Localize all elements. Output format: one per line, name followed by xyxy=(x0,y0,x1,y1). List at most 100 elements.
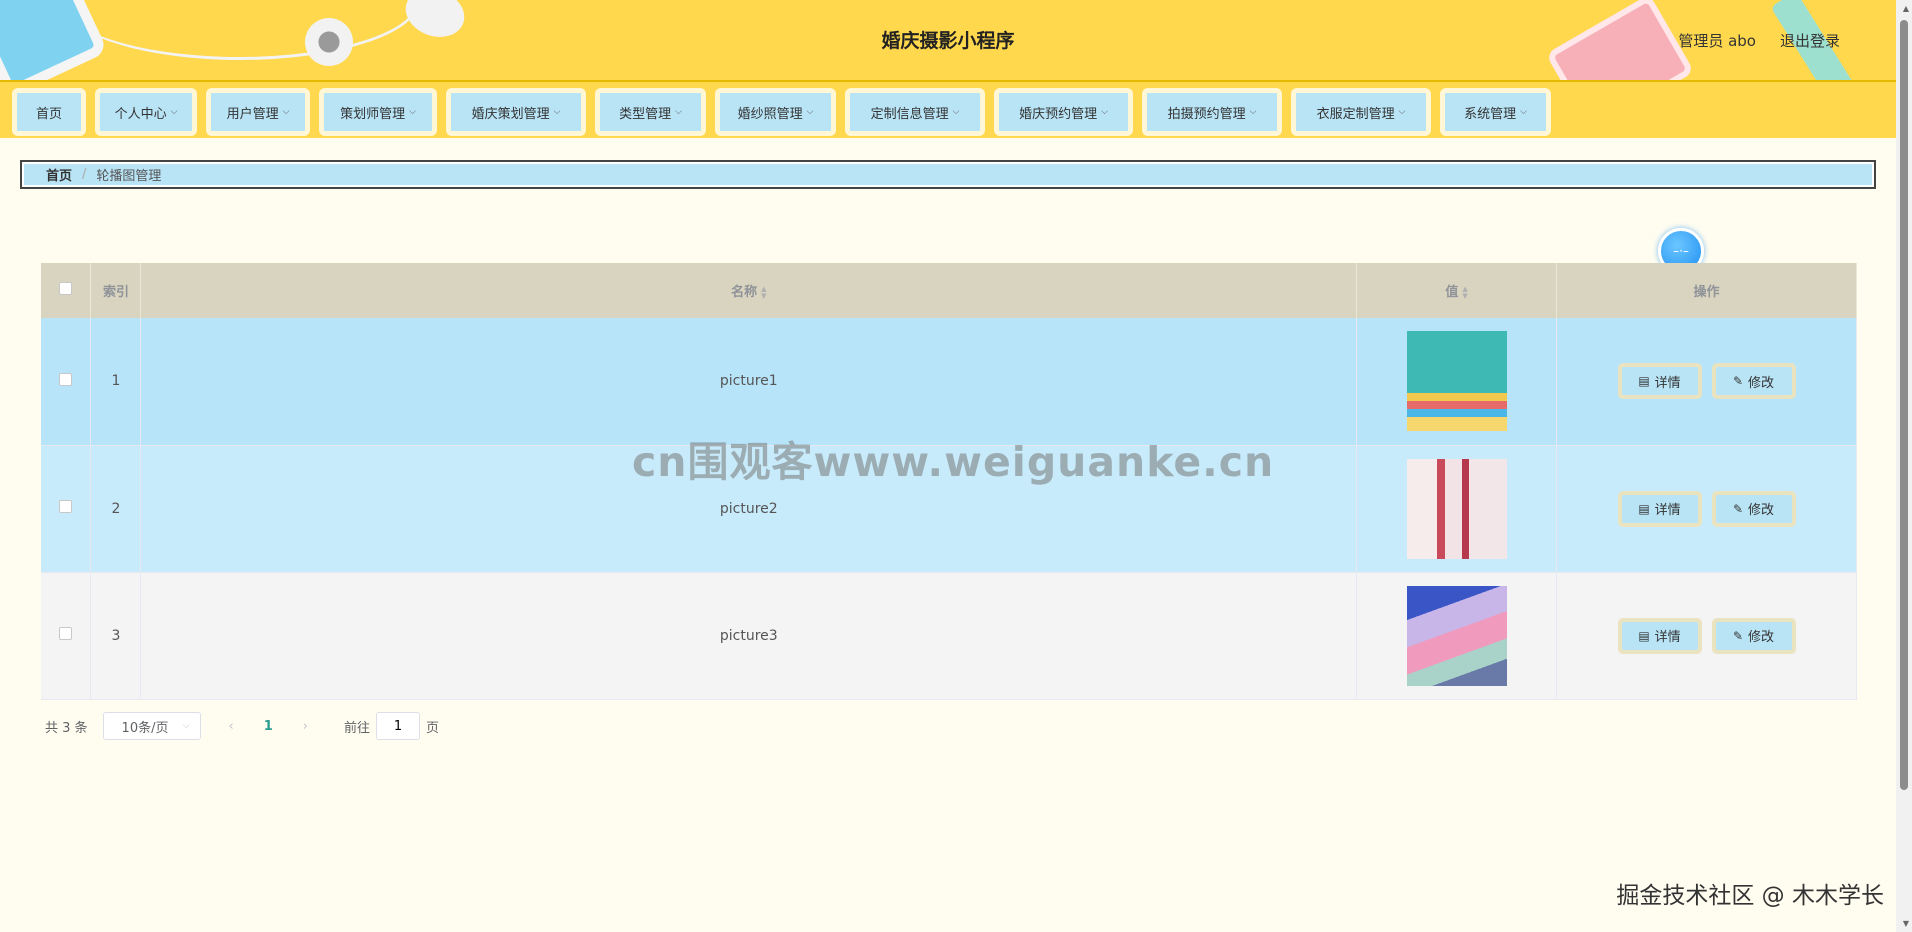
chevron-down-icon: ⌵ xyxy=(1520,107,1527,117)
nav-item-wedding-booking-management[interactable]: 婚庆预约管理 ⌵ xyxy=(994,88,1133,136)
app-header: 婚庆摄影小程序 管理员 abo 退出登录 xyxy=(0,0,1896,80)
chevron-down-icon: ⌵ xyxy=(1101,107,1108,117)
pagination: 共 3 条 10条/页 ⌵ ‹ 1 › 前往 页 xyxy=(45,712,439,740)
detail-label: 详情 xyxy=(1654,375,1681,391)
row-value-cell xyxy=(1356,572,1558,700)
user-area: 管理员 abo 退出登录 xyxy=(1678,30,1840,51)
nav-label: 定制信息管理 xyxy=(870,106,949,122)
edit-button[interactable]: ✎ 修改 xyxy=(1711,363,1796,400)
row-checkbox[interactable] xyxy=(59,627,73,640)
detail-button[interactable]: ▤ 详情 xyxy=(1617,490,1702,527)
column-header-name[interactable]: 名称 ▲ ▼ xyxy=(140,263,1358,318)
nav-label: 婚庆策划管理 xyxy=(471,106,550,122)
scrollbar-thumb[interactable] xyxy=(1900,20,1908,790)
nav-item-wedding-plan-management[interactable]: 婚庆策划管理 ⌵ xyxy=(446,88,586,136)
column-header-index: 索引 xyxy=(90,263,142,318)
edit-icon: ✎ xyxy=(1732,628,1744,643)
nav-item-shoot-booking-management[interactable]: 拍摄预约管理 ⌵ xyxy=(1142,88,1282,136)
column-header-name-label: 名称 xyxy=(731,285,758,300)
breadcrumb-home[interactable]: 首页 xyxy=(46,165,72,184)
carousel-image-thumbnail[interactable] xyxy=(1406,585,1507,686)
page-number-current[interactable]: 1 xyxy=(264,719,273,734)
scroll-down-icon[interactable]: ▼ xyxy=(1903,919,1909,928)
app-title: 婚庆摄影小程序 xyxy=(881,30,1015,52)
row-select-cell xyxy=(41,318,92,446)
chevron-down-icon: ⌵ xyxy=(1249,107,1257,117)
row-checkbox[interactable] xyxy=(59,500,73,513)
next-page-icon[interactable]: › xyxy=(303,719,308,734)
nav-label: 策划师管理 xyxy=(340,106,406,122)
nav-label: 类型管理 xyxy=(619,106,672,122)
chevron-down-icon: ⌵ xyxy=(806,107,814,117)
edit-label: 修改 xyxy=(1748,375,1775,391)
nav-item-personal-center[interactable]: 个人中心 ⌵ xyxy=(95,88,197,136)
nav-item-home[interactable]: 首页 xyxy=(12,88,86,136)
nav-label: 首页 xyxy=(35,106,62,122)
detail-label: 详情 xyxy=(1654,630,1681,645)
detail-button[interactable]: ▤ 详情 xyxy=(1617,617,1702,654)
detail-label: 详情 xyxy=(1654,503,1681,518)
document-icon: ▤ xyxy=(1638,628,1650,643)
page-scrollbar[interactable]: ▲ ▼ xyxy=(1896,0,1912,932)
select-all-checkbox[interactable] xyxy=(59,282,73,295)
sort-icon[interactable]: ▲ ▼ xyxy=(761,285,766,300)
pagination-total: 共 3 条 xyxy=(45,720,88,736)
row-actions: ▤ 详情 ✎ 修改 xyxy=(1556,572,1857,700)
breadcrumb: 首页 / 轮播图管理 xyxy=(20,160,1876,189)
edit-label: 修改 xyxy=(1748,630,1775,645)
column-header-value-label: 值 xyxy=(1445,285,1459,300)
edit-button[interactable]: ✎ 修改 xyxy=(1711,617,1796,654)
carousel-image-thumbnail[interactable] xyxy=(1406,331,1507,432)
nav-item-user-management[interactable]: 用户管理 ⌵ xyxy=(206,88,310,136)
page-size-value: 10条/页 xyxy=(121,720,169,736)
nav-label: 衣服定制管理 xyxy=(1316,106,1395,122)
current-user: 管理员 abo xyxy=(1678,32,1756,50)
row-checkbox[interactable] xyxy=(59,372,73,386)
nav-label: 拍摄预约管理 xyxy=(1167,106,1246,122)
edit-icon: ✎ xyxy=(1732,501,1744,516)
nav-item-custom-info-management[interactable]: 定制信息管理 ⌵ xyxy=(845,88,985,136)
edit-icon: ✎ xyxy=(1732,374,1744,389)
page-size-select[interactable]: 10条/页 ⌵ xyxy=(102,712,201,740)
chevron-down-icon: ⌵ xyxy=(182,721,190,731)
nav-item-system-management[interactable]: 系统管理 ⌵ xyxy=(1440,88,1551,136)
watermark-corner: 掘金技术社区 @ 木木学长 xyxy=(1616,883,1884,909)
select-all-cell xyxy=(41,263,92,318)
nav-item-planner-management[interactable]: 策划师管理 ⌵ xyxy=(319,88,437,136)
logout-link[interactable]: 退出登录 xyxy=(1780,30,1840,51)
goto-page-input[interactable] xyxy=(376,712,421,740)
row-select-cell xyxy=(41,572,92,700)
chevron-down-icon: ⌵ xyxy=(675,107,682,117)
column-header-actions: 操作 xyxy=(1556,263,1857,318)
detail-button[interactable]: ▤ 详情 xyxy=(1617,363,1702,400)
edit-button[interactable]: ✎ 修改 xyxy=(1711,490,1796,527)
row-actions: ▤ 详情 ✎ 修改 xyxy=(1556,318,1857,446)
chevron-down-icon: ⌵ xyxy=(409,107,416,117)
chevron-down-icon: ⌵ xyxy=(1398,107,1406,117)
nav-label: 婚庆预约管理 xyxy=(1019,106,1098,122)
goto-suffix: 页 xyxy=(426,720,440,736)
goto-prefix: 前往 xyxy=(344,720,371,736)
nav-label: 系统管理 xyxy=(1464,106,1517,122)
scroll-up-icon[interactable]: ▲ xyxy=(1903,4,1909,13)
breadcrumb-separator: / xyxy=(82,167,87,182)
table-header-row: 索引 名称 ▲ ▼ 值 ▲ ▼ 操作 xyxy=(41,263,1857,318)
nav-item-wedding-photo-management[interactable]: 婚纱照管理 ⌵ xyxy=(715,88,836,136)
nav-item-clothing-custom-management[interactable]: 衣服定制管理 ⌵ xyxy=(1291,88,1431,136)
prev-page-icon[interactable]: ‹ xyxy=(229,719,234,734)
chevron-down-icon: ⌵ xyxy=(553,107,561,117)
edit-label: 修改 xyxy=(1748,503,1775,518)
column-header-value[interactable]: 值 ▲ ▼ xyxy=(1356,263,1558,318)
nav-label: 个人中心 xyxy=(114,106,167,122)
document-icon: ▤ xyxy=(1638,501,1650,516)
main-nav: 首页 个人中心 ⌵ 用户管理 ⌵ 策划师管理 ⌵ 婚庆策划管理 ⌵ 类型管理 ⌵ 婚纱照管… xyxy=(0,80,1896,138)
nav-label: 婚纱照管理 xyxy=(737,106,803,122)
chevron-down-icon: ⌵ xyxy=(282,107,290,117)
sort-icon[interactable]: ▲ ▼ xyxy=(1462,285,1467,300)
nav-item-type-management[interactable]: 类型管理 ⌵ xyxy=(595,88,706,136)
row-value-cell xyxy=(1356,318,1558,446)
chevron-down-icon: ⌵ xyxy=(170,107,178,117)
table-row: 3 picture3 ▤ 详情 ✎ 修改 xyxy=(41,572,1857,700)
row-index: 1 xyxy=(90,318,142,446)
carousel-image-thumbnail[interactable] xyxy=(1406,458,1507,559)
